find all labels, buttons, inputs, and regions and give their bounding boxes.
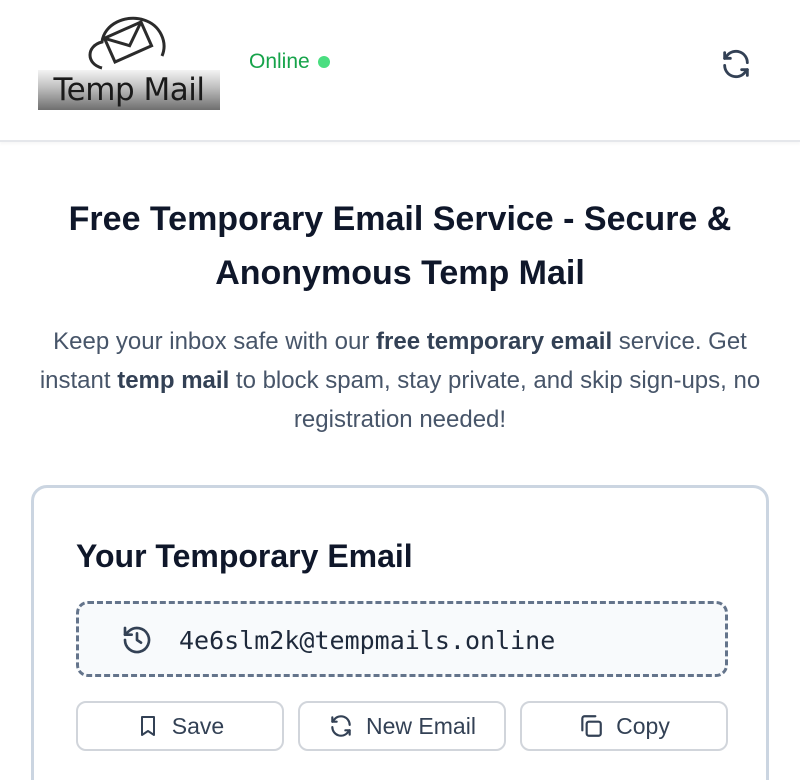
subtitle-text-1: Keep your inbox safe with our: [53, 328, 377, 355]
temp-mail-logo[interactable]: Temp Mail: [38, 12, 220, 110]
copy-button-label: Copy: [616, 712, 670, 739]
refresh-icon: [723, 49, 749, 79]
page-subtitle: Keep your inbox safe with our free tempo…: [30, 322, 770, 439]
card-title: Your Temporary Email: [76, 538, 413, 574]
new-email-button[interactable]: New Email: [298, 701, 506, 751]
save-button-label: Save: [171, 712, 225, 739]
history-icon[interactable]: [121, 624, 153, 656]
bookmark-icon: [140, 716, 155, 736]
subtitle-bold-2: temp mail: [117, 367, 230, 394]
status-text: Online: [249, 50, 310, 73]
email-address-box[interactable]: 4e6slm2k@tempmails.online: [76, 601, 728, 677]
temp-email-card: Your Temporary Email 4e6slm2k@tempmails.…: [31, 485, 769, 780]
header: Temp Mail Online: [0, 0, 800, 142]
new-email-button-label: New Email: [366, 712, 476, 739]
envelope-logo-icon: [88, 16, 166, 70]
refresh-icon: [331, 715, 351, 737]
subtitle-bold-1: free temporary email: [376, 328, 613, 355]
status-dot: [317, 56, 330, 68]
status-indicator: Online: [249, 50, 330, 74]
logo-text: Temp Mail: [53, 72, 205, 108]
email-address[interactable]: 4e6slm2k@tempmails.online: [179, 624, 555, 658]
page-title: Free Temporary Email Service - Secure & …: [68, 200, 732, 292]
refresh-button[interactable]: [716, 44, 756, 84]
subtitle-text-3: to block spam, stay private, and skip si…: [229, 367, 761, 433]
save-button[interactable]: Save: [76, 701, 284, 751]
copy-icon: [581, 715, 602, 737]
copy-button[interactable]: Copy: [520, 701, 728, 751]
